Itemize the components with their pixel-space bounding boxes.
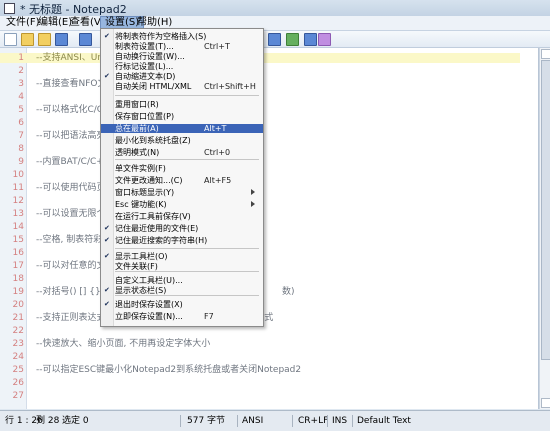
editor-line[interactable]: 26 bbox=[0, 378, 520, 388]
editor-line[interactable]: 22 bbox=[0, 326, 520, 336]
check-icon: ✔ bbox=[104, 300, 110, 308]
notepad-icon bbox=[4, 3, 15, 14]
check-icon: ✔ bbox=[104, 32, 110, 40]
toolbar bbox=[0, 31, 550, 48]
browse-icon[interactable] bbox=[38, 33, 51, 46]
check-icon: ✔ bbox=[104, 72, 110, 80]
menu-file-change-notify[interactable]: 文件更改通知...(C) Alt+F5 bbox=[101, 176, 263, 185]
editor-area[interactable]: 1 --支持ANSI、Un 2 3 --直接查看NFO文 4 5 --可以格式化C/C… bbox=[0, 48, 539, 409]
menu-auto-indent[interactable]: ✔ 自动缩进文本(D) bbox=[101, 72, 263, 81]
scroll-up-icon[interactable] bbox=[541, 49, 550, 59]
insert-mode[interactable]: INS bbox=[332, 416, 347, 426]
vertical-scrollbar[interactable] bbox=[539, 48, 550, 409]
selection-count: 选定 0 bbox=[62, 416, 89, 426]
menu-file-association[interactable]: 文件关联(F) bbox=[101, 262, 263, 271]
check-icon: ✔ bbox=[104, 236, 110, 244]
open-folder-icon[interactable] bbox=[21, 33, 34, 46]
menu-minimize-to-tray[interactable]: 最小化到系统托盘(Z) bbox=[101, 136, 263, 145]
menu-remember-search-strings[interactable]: ✔ 记住最近搜索的字符串(H) bbox=[101, 236, 263, 245]
menu-word-wrap-settings[interactable]: 自动换行设置(W)... bbox=[101, 52, 263, 61]
editor-line[interactable]: 25 --可以指定ESC键最小化Notepad2到系统托盘或者关闭Notepad2 bbox=[0, 365, 520, 375]
word-wrap-icon[interactable] bbox=[286, 33, 299, 46]
menu-show-statusbar[interactable]: ✔ 显示状态栏(S) bbox=[101, 286, 263, 295]
submenu-arrow-icon bbox=[251, 189, 255, 195]
encoding[interactable]: ANSI bbox=[242, 416, 263, 426]
menu-insert-tabs-as-spaces[interactable]: ✔ 将制表符作为空格插入(S) bbox=[101, 32, 263, 41]
menu-customize-toolbar[interactable]: 自定义工具栏(U)... bbox=[101, 276, 263, 285]
menu-save-settings-now[interactable]: 立即保存设置(N)... F7 bbox=[101, 312, 263, 321]
menu-save-settings-on-exit[interactable]: ✔ 退出时保存设置(X) bbox=[101, 300, 263, 309]
line-endings[interactable]: CR+LF bbox=[298, 416, 328, 426]
editor-line[interactable]: 23 --快速放大、缩小页面, 不用再设定字体大小 bbox=[0, 339, 520, 349]
editor-line[interactable]: 27 bbox=[0, 391, 520, 401]
find-icon[interactable] bbox=[268, 33, 281, 46]
menu-tab-settings[interactable]: 制表符设置(T)... Ctrl+T bbox=[101, 42, 263, 51]
title-bar: * 无标题 - Notepad2 bbox=[0, 0, 550, 17]
menu-window-title-display[interactable]: 窗口标题显示(Y) bbox=[101, 188, 263, 197]
new-file-icon[interactable] bbox=[4, 33, 17, 46]
undo-icon[interactable] bbox=[79, 33, 92, 46]
menu-esc-key-function[interactable]: Esc 键功能(K) bbox=[101, 200, 263, 209]
cursor-column: 列 28 bbox=[36, 416, 60, 426]
file-size: 577 字节 bbox=[187, 416, 226, 426]
menu-transparent-mode[interactable]: 透明模式(N) Ctrl+0 bbox=[101, 148, 263, 157]
scroll-down-icon[interactable] bbox=[541, 398, 550, 408]
window-title: * 无标题 - Notepad2 bbox=[20, 3, 127, 16]
line-19-tail: 数) bbox=[282, 287, 295, 297]
menu-save-before-tools[interactable]: 在运行工具前保存(V) bbox=[101, 212, 263, 221]
menu-remember-recent-files[interactable]: ✔ 记住最近使用的文件(E) bbox=[101, 224, 263, 233]
favorites-icon[interactable] bbox=[318, 33, 331, 46]
check-icon: ✔ bbox=[104, 224, 110, 232]
menu-single-file-instance[interactable]: 单文件实例(F) bbox=[101, 164, 263, 173]
settings-dropdown-menu: ✔ 将制表符作为空格插入(S) 制表符设置(T)... Ctrl+T 自动换行设… bbox=[100, 28, 264, 327]
menu-auto-close-html[interactable]: 自动关闭 HTML/XML Ctrl+Shift+H bbox=[101, 82, 263, 91]
syntax-scheme[interactable]: Default Text bbox=[357, 416, 411, 426]
check-icon: ✔ bbox=[104, 286, 110, 294]
status-bar: 行 1 : 26 列 28 选定 0 577 字节 ANSI CR+LF INS… bbox=[0, 410, 550, 431]
menu-save-window-position[interactable]: 保存窗口位置(P) bbox=[101, 112, 263, 121]
editor-line[interactable]: 24 bbox=[0, 352, 520, 362]
zoom-icon[interactable] bbox=[304, 33, 317, 46]
save-icon[interactable] bbox=[55, 33, 68, 46]
menu-bar: 文件(F) 编辑(E) 查看(V) 设置(S) 帮助(H) bbox=[0, 16, 550, 31]
menu-line-mark-settings[interactable]: 行标记设置(L)... bbox=[101, 62, 263, 71]
submenu-arrow-icon bbox=[251, 201, 255, 207]
menu-reuse-window[interactable]: 重用窗口(R) bbox=[101, 100, 263, 109]
scroll-thumb[interactable] bbox=[541, 60, 550, 360]
menu-show-toolbar[interactable]: ✔ 显示工具栏(O) bbox=[101, 252, 263, 261]
menu-always-on-top[interactable]: 总在最前(A) Alt+T bbox=[101, 124, 263, 133]
check-icon: ✔ bbox=[104, 252, 110, 260]
